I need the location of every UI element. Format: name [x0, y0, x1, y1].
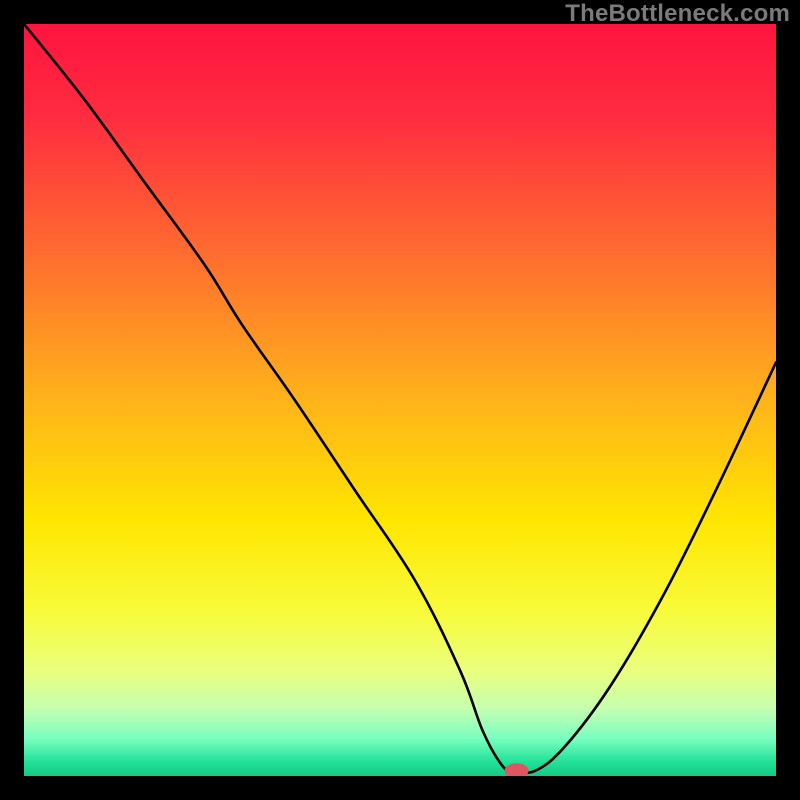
plot-area — [24, 24, 776, 776]
chart-frame: TheBottleneck.com — [0, 0, 800, 800]
chart-svg — [24, 24, 776, 776]
chart-background-gradient — [24, 24, 776, 776]
watermark-text: TheBottleneck.com — [565, 0, 790, 28]
